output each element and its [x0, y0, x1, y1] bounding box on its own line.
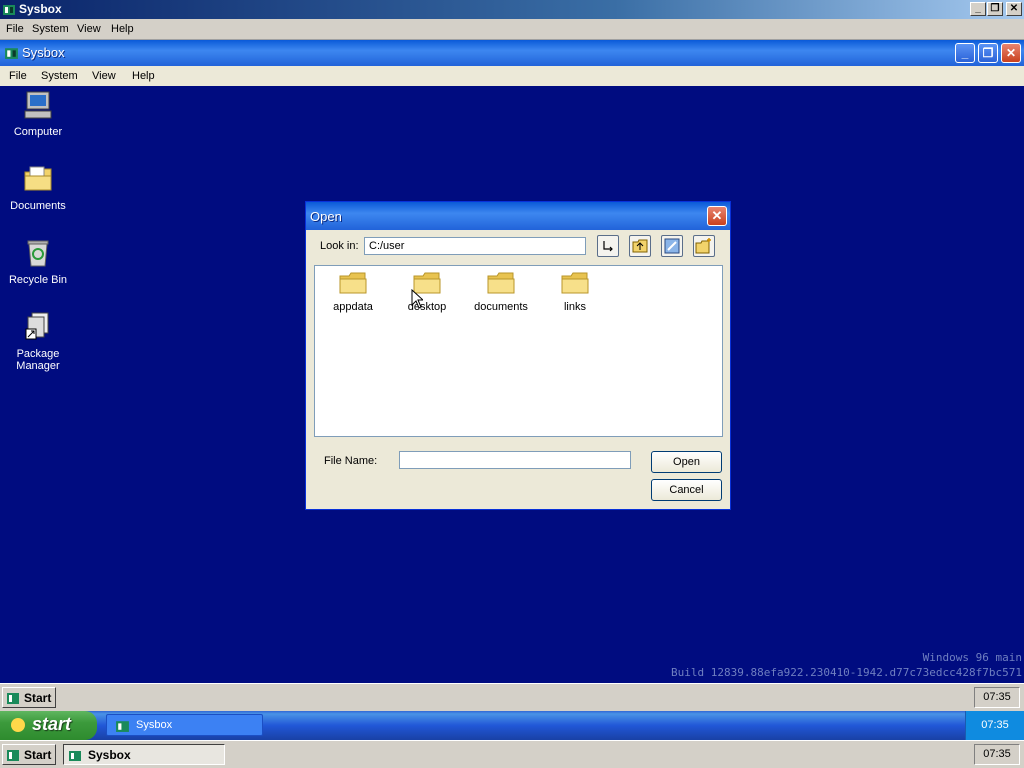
inner-menu-view[interactable]: View [92, 70, 116, 82]
look-in-label: Look in: [320, 240, 359, 252]
sysbox-icon [69, 751, 81, 761]
desktop-icon-label: Package Manager [16, 348, 60, 372]
start-logo-icon [7, 693, 19, 704]
xp-start-label: start [32, 714, 72, 734]
outer-menubar: File System View Help [0, 19, 1024, 40]
file-item-label: desktop [407, 301, 447, 313]
up-folder-icon [632, 239, 648, 253]
file-item-appdata[interactable]: appdata [317, 272, 389, 313]
start-logo-icon [7, 750, 19, 761]
edit-icon [664, 238, 680, 254]
inner-window-titlebar[interactable]: Sysbox _ ❐ ✕ [0, 40, 1024, 66]
documents-folder-icon [24, 166, 52, 191]
sysbox-icon [3, 5, 15, 15]
taskbar-clock[interactable]: 07:35 [974, 687, 1020, 708]
recycle-bin-icon [27, 240, 49, 267]
file-item-links[interactable]: links [539, 272, 611, 313]
start-button-classic[interactable]: Start [2, 687, 56, 708]
file-name-label: File Name: [324, 455, 378, 467]
taskbar-clock[interactable]: 07:35 [974, 744, 1020, 765]
file-item-desktop[interactable]: desktop [391, 272, 463, 313]
inner-menubar: File System View Help [0, 66, 1024, 86]
start-label: Start [24, 691, 52, 705]
desktop-icon-label: Recycle Bin [8, 274, 68, 286]
file-item-label: links [563, 301, 586, 313]
close-button[interactable]: ✕ [1006, 2, 1022, 16]
taskbar-xp: start Sysbox 07:35 [0, 711, 1024, 740]
folder-icon [561, 272, 589, 294]
open-dialog: Open ✕ Look in: C:/user appdata desktop … [305, 201, 731, 510]
desktop-icon-recycle-bin[interactable]: Recycle Bin [0, 237, 76, 286]
inner-close-button[interactable]: ✕ [1001, 43, 1021, 63]
minimize-button[interactable]: _ [970, 2, 986, 16]
taskbar-classic-lower: Start Sysbox 07:35 [0, 740, 1024, 768]
build-watermark: Windows 96 main Build 12839.88efa922.230… [671, 650, 1022, 680]
desktop-icon-computer[interactable]: Computer [0, 89, 76, 138]
taskbar-classic-upper: Start 07:35 [0, 683, 1024, 711]
folder-icon [339, 272, 367, 294]
watermark-line-1: Windows 96 main [922, 651, 1022, 664]
outer-window-title: Sysbox [19, 2, 62, 16]
file-item-label: appdata [333, 301, 373, 313]
restore-button[interactable]: ❐ [987, 2, 1003, 16]
inner-menu-system[interactable]: System [41, 70, 78, 82]
computer-icon [24, 91, 52, 119]
desktop-icon-package-manager[interactable]: Package Manager [0, 311, 76, 372]
sysbox-icon [5, 48, 18, 59]
dialog-titlebar[interactable]: Open ✕ [306, 202, 730, 230]
xp-task-label: Sysbox [136, 719, 173, 731]
look-in-field[interactable]: C:/user [364, 237, 586, 255]
sysbox-icon [116, 721, 129, 732]
start-label: Start [24, 748, 52, 762]
go-button[interactable] [597, 235, 619, 257]
desktop-icon-label: Computer [13, 126, 63, 138]
inner-window-title: Sysbox [22, 45, 65, 60]
cancel-button[interactable]: Cancel [651, 479, 722, 501]
taskbar-item-sysbox[interactable]: Sysbox [63, 744, 225, 765]
new-folder-button[interactable] [693, 235, 715, 257]
go-icon [603, 241, 613, 252]
outer-window-titlebar[interactable]: Sysbox _ ❐ ✕ [0, 0, 1024, 19]
menu-view[interactable]: View [77, 23, 101, 35]
desktop-icon-documents[interactable]: Documents [0, 163, 76, 212]
inner-minimize-button[interactable]: _ [955, 43, 975, 63]
inner-menu-help[interactable]: Help [132, 70, 155, 82]
edit-button[interactable] [661, 235, 683, 257]
menu-help[interactable]: Help [111, 23, 134, 35]
start-button-classic-lower[interactable]: Start [2, 744, 56, 765]
new-folder-icon [695, 238, 711, 254]
inner-restore-button[interactable]: ❐ [978, 43, 998, 63]
watermark-line-2: Build 12839.88efa922.230410-1942.d77c73e… [671, 666, 1022, 679]
inner-menu-file[interactable]: File [9, 70, 27, 82]
package-manager-icon [25, 312, 49, 340]
mouse-cursor-icon [411, 289, 423, 309]
menu-file[interactable]: File [6, 23, 24, 35]
folder-icon [487, 272, 515, 294]
xp-tray-clock[interactable]: 07:35 [965, 711, 1024, 740]
file-list[interactable]: appdata desktop documents links [314, 265, 723, 437]
desktop-icon-label: Documents [10, 200, 66, 212]
up-folder-button[interactable] [629, 235, 651, 257]
task-label: Sysbox [88, 748, 131, 762]
file-item-documents[interactable]: documents [465, 272, 537, 313]
smiley-icon [11, 718, 25, 732]
file-name-input[interactable] [399, 451, 631, 469]
xp-start-button[interactable]: start [0, 711, 97, 740]
xp-taskbar-item-sysbox[interactable]: Sysbox [106, 714, 263, 736]
menu-system[interactable]: System [32, 23, 69, 35]
dialog-close-button[interactable]: ✕ [707, 206, 727, 226]
dialog-title: Open [310, 209, 342, 224]
file-item-label: documents [474, 301, 528, 313]
open-button[interactable]: Open [651, 451, 722, 473]
